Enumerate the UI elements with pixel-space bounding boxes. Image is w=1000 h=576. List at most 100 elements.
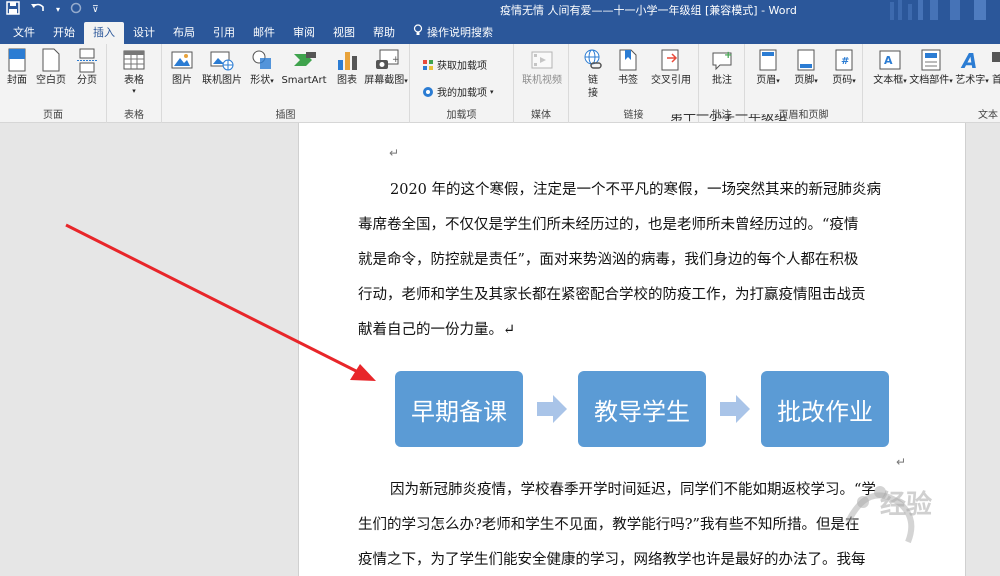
smartart-step-3[interactable]: 批改作业 bbox=[761, 371, 889, 447]
svg-text:A: A bbox=[960, 49, 977, 72]
my-addins-button[interactable]: 我的加载项 ▾ bbox=[422, 84, 494, 99]
paragraph-mark: ↵ bbox=[389, 146, 400, 160]
textbox-icon: A bbox=[878, 48, 902, 72]
page-break-icon bbox=[75, 48, 99, 73]
group-text: A 文本框▾ 文档部件▾ A 艺术字▾ 首 文本 bbox=[863, 44, 1000, 123]
get-addins-button[interactable]: 获取加载项 bbox=[422, 57, 487, 72]
text-line: 因为新冠肺炎疫情，学校春季开学时间延迟，同学们不能如期返校学习。“学 bbox=[390, 482, 876, 498]
footer-button[interactable]: 页脚▾ bbox=[791, 48, 821, 88]
text-line: 2020 年的这个寒假，注定是一个不平凡的寒假，一场突然其来的新冠肺炎病 bbox=[390, 182, 882, 198]
group-tables: 表格 ▾ 表格 bbox=[107, 44, 162, 123]
blank-page-button[interactable]: 空白页 bbox=[33, 48, 69, 87]
paragraph-1[interactable]: 2020 年的这个寒假，注定是一个不平凡的寒假，一场突然其来的新冠肺炎病 毒席卷… bbox=[358, 173, 908, 348]
chevron-down-icon: ▾ bbox=[270, 77, 274, 85]
heading-cut-text: 第十一小学一年级组 bbox=[670, 114, 788, 124]
page-break-button[interactable]: 分页 bbox=[72, 48, 102, 87]
group-addins: 获取加载项 我的加载项 ▾ 加载项 bbox=[410, 44, 514, 123]
bookmark-icon bbox=[616, 48, 640, 72]
smartart-button[interactable]: SmartArt bbox=[279, 48, 329, 87]
comment-icon: + bbox=[710, 48, 734, 72]
quick-access-toolbar: ▾ ⊽ bbox=[6, 1, 99, 19]
blank-page-icon bbox=[39, 48, 63, 72]
link-icon bbox=[581, 48, 605, 72]
chevron-down-icon: ▾ bbox=[490, 87, 494, 96]
svg-text:+: + bbox=[724, 50, 732, 61]
dropcap-button[interactable]: 首 bbox=[989, 48, 1000, 87]
cover-page-icon bbox=[5, 48, 29, 72]
redo-icon[interactable] bbox=[70, 2, 82, 18]
page-number-button[interactable]: # 页码▾ bbox=[829, 48, 859, 88]
table-icon bbox=[122, 48, 146, 72]
group-links: 链 接 书签 交叉引用 链接 bbox=[569, 44, 699, 123]
tab-file[interactable]: 文件 bbox=[4, 22, 44, 44]
cross-reference-button[interactable]: 交叉引用 bbox=[647, 48, 695, 87]
chart-button[interactable]: 图表 bbox=[333, 48, 361, 87]
chevron-down-icon: ▾ bbox=[404, 77, 408, 85]
bookmark-button[interactable]: 书签 bbox=[613, 48, 643, 87]
smartart-arrow-icon bbox=[720, 395, 750, 423]
tab-help[interactable]: 帮助 bbox=[364, 22, 404, 44]
tab-references[interactable]: 引用 bbox=[204, 22, 244, 44]
header-icon bbox=[756, 48, 780, 72]
paragraph-2[interactable]: 因为新冠肺炎疫情，学校春季开学时间延迟，同学们不能如期返校学习。“学 生们的学习… bbox=[358, 473, 908, 576]
tab-design[interactable]: 设计 bbox=[124, 22, 164, 44]
tab-insert[interactable]: 插入 bbox=[84, 22, 124, 44]
chevron-down-icon: ▾ bbox=[903, 77, 907, 85]
textbox-button[interactable]: A 文本框▾ bbox=[873, 48, 907, 88]
title-bar: ▾ ⊽ 疫情无情 人间有爱——十一小学一年级组 [兼容模式] - Word bbox=[0, 0, 1000, 20]
chart-icon bbox=[335, 48, 359, 72]
smartart-arrow-icon bbox=[537, 395, 567, 423]
group-label-addins: 加载项 bbox=[446, 110, 477, 121]
chevron-down-icon: ▾ bbox=[776, 77, 780, 85]
header-button[interactable]: 页眉▾ bbox=[753, 48, 783, 88]
group-header-footer: 页眉▾ 页脚▾ # 页码▾ 页眉和页脚 bbox=[745, 44, 863, 123]
link-button[interactable]: 链 接 bbox=[579, 48, 607, 100]
tell-me-search[interactable]: 操作说明搜索 bbox=[404, 22, 502, 44]
tab-review[interactable]: 审阅 bbox=[284, 22, 324, 44]
tab-mailings[interactable]: 邮件 bbox=[244, 22, 284, 44]
new-comment-button[interactable]: + 批注 bbox=[707, 48, 737, 87]
text-line: 生们的学习怎么办?老师和学生不见面，教学能行吗?”我有些不知所措。但是在 bbox=[358, 517, 860, 533]
screenshot-icon: + bbox=[374, 48, 400, 72]
online-video-icon bbox=[530, 48, 554, 72]
cover-page-button[interactable]: 封面 bbox=[3, 48, 31, 87]
quick-parts-button[interactable]: 文档部件▾ bbox=[909, 48, 953, 88]
menu-tabs: 文件 开始 插入 设计 布局 引用 邮件 审阅 视图 帮助 操作说明搜索 bbox=[0, 20, 1000, 44]
group-label-pages: 页面 bbox=[43, 110, 63, 121]
svg-text:A: A bbox=[884, 54, 893, 67]
paragraph-mark: ↵ bbox=[896, 455, 907, 469]
chevron-down-icon: ▾ bbox=[949, 77, 953, 85]
online-video-button[interactable]: 联机视频 bbox=[518, 48, 566, 87]
smartart-step-1[interactable]: 早期备课 bbox=[395, 371, 523, 447]
customize-icon[interactable]: ⊽ bbox=[92, 2, 99, 18]
quick-parts-icon bbox=[919, 48, 943, 72]
group-media: 联机视频 媒体 bbox=[514, 44, 569, 123]
footer-icon bbox=[794, 48, 818, 72]
store-icon bbox=[422, 59, 434, 71]
chevron-down-icon: ▾ bbox=[814, 77, 818, 85]
tell-me-label: 操作说明搜索 bbox=[427, 26, 493, 39]
tab-layout[interactable]: 布局 bbox=[164, 22, 204, 44]
group-label-tables: 表格 bbox=[124, 110, 144, 121]
online-picture-button[interactable]: 联机图片 bbox=[199, 48, 245, 87]
svg-text:#: # bbox=[841, 56, 849, 67]
tab-home[interactable]: 开始 bbox=[44, 22, 84, 44]
shapes-button[interactable]: 形状▾ bbox=[247, 48, 277, 88]
screenshot-button[interactable]: + 屏幕截图▾ bbox=[363, 48, 409, 88]
cross-reference-icon bbox=[659, 48, 683, 72]
save-icon[interactable] bbox=[6, 1, 20, 19]
table-button[interactable]: 表格 ▾ bbox=[119, 48, 149, 95]
smartart-icon bbox=[292, 48, 316, 72]
text-line: 疫情之下，为了学生们能安全健康的学习，网络教学也许是最好的办法了。我每 bbox=[358, 552, 866, 568]
text-line: 行动，老师和学生及其家长都在紧密配合学校的防疫工作，为打赢疫情阻击战贡 bbox=[358, 287, 866, 303]
tab-view[interactable]: 视图 bbox=[324, 22, 364, 44]
wordart-button[interactable]: A 艺术字▾ bbox=[955, 48, 989, 88]
smartart-step-2[interactable]: 教导学生 bbox=[578, 371, 706, 447]
picture-icon bbox=[170, 48, 194, 72]
text-line: 献着自己的一份力量。↵ bbox=[358, 322, 516, 338]
picture-button[interactable]: 图片 bbox=[167, 48, 197, 87]
page-number-icon: # bbox=[832, 48, 856, 72]
undo-icon[interactable] bbox=[30, 1, 46, 19]
chevron-down-icon: ▾ bbox=[852, 77, 856, 85]
undo-dropdown-icon[interactable]: ▾ bbox=[56, 2, 60, 18]
